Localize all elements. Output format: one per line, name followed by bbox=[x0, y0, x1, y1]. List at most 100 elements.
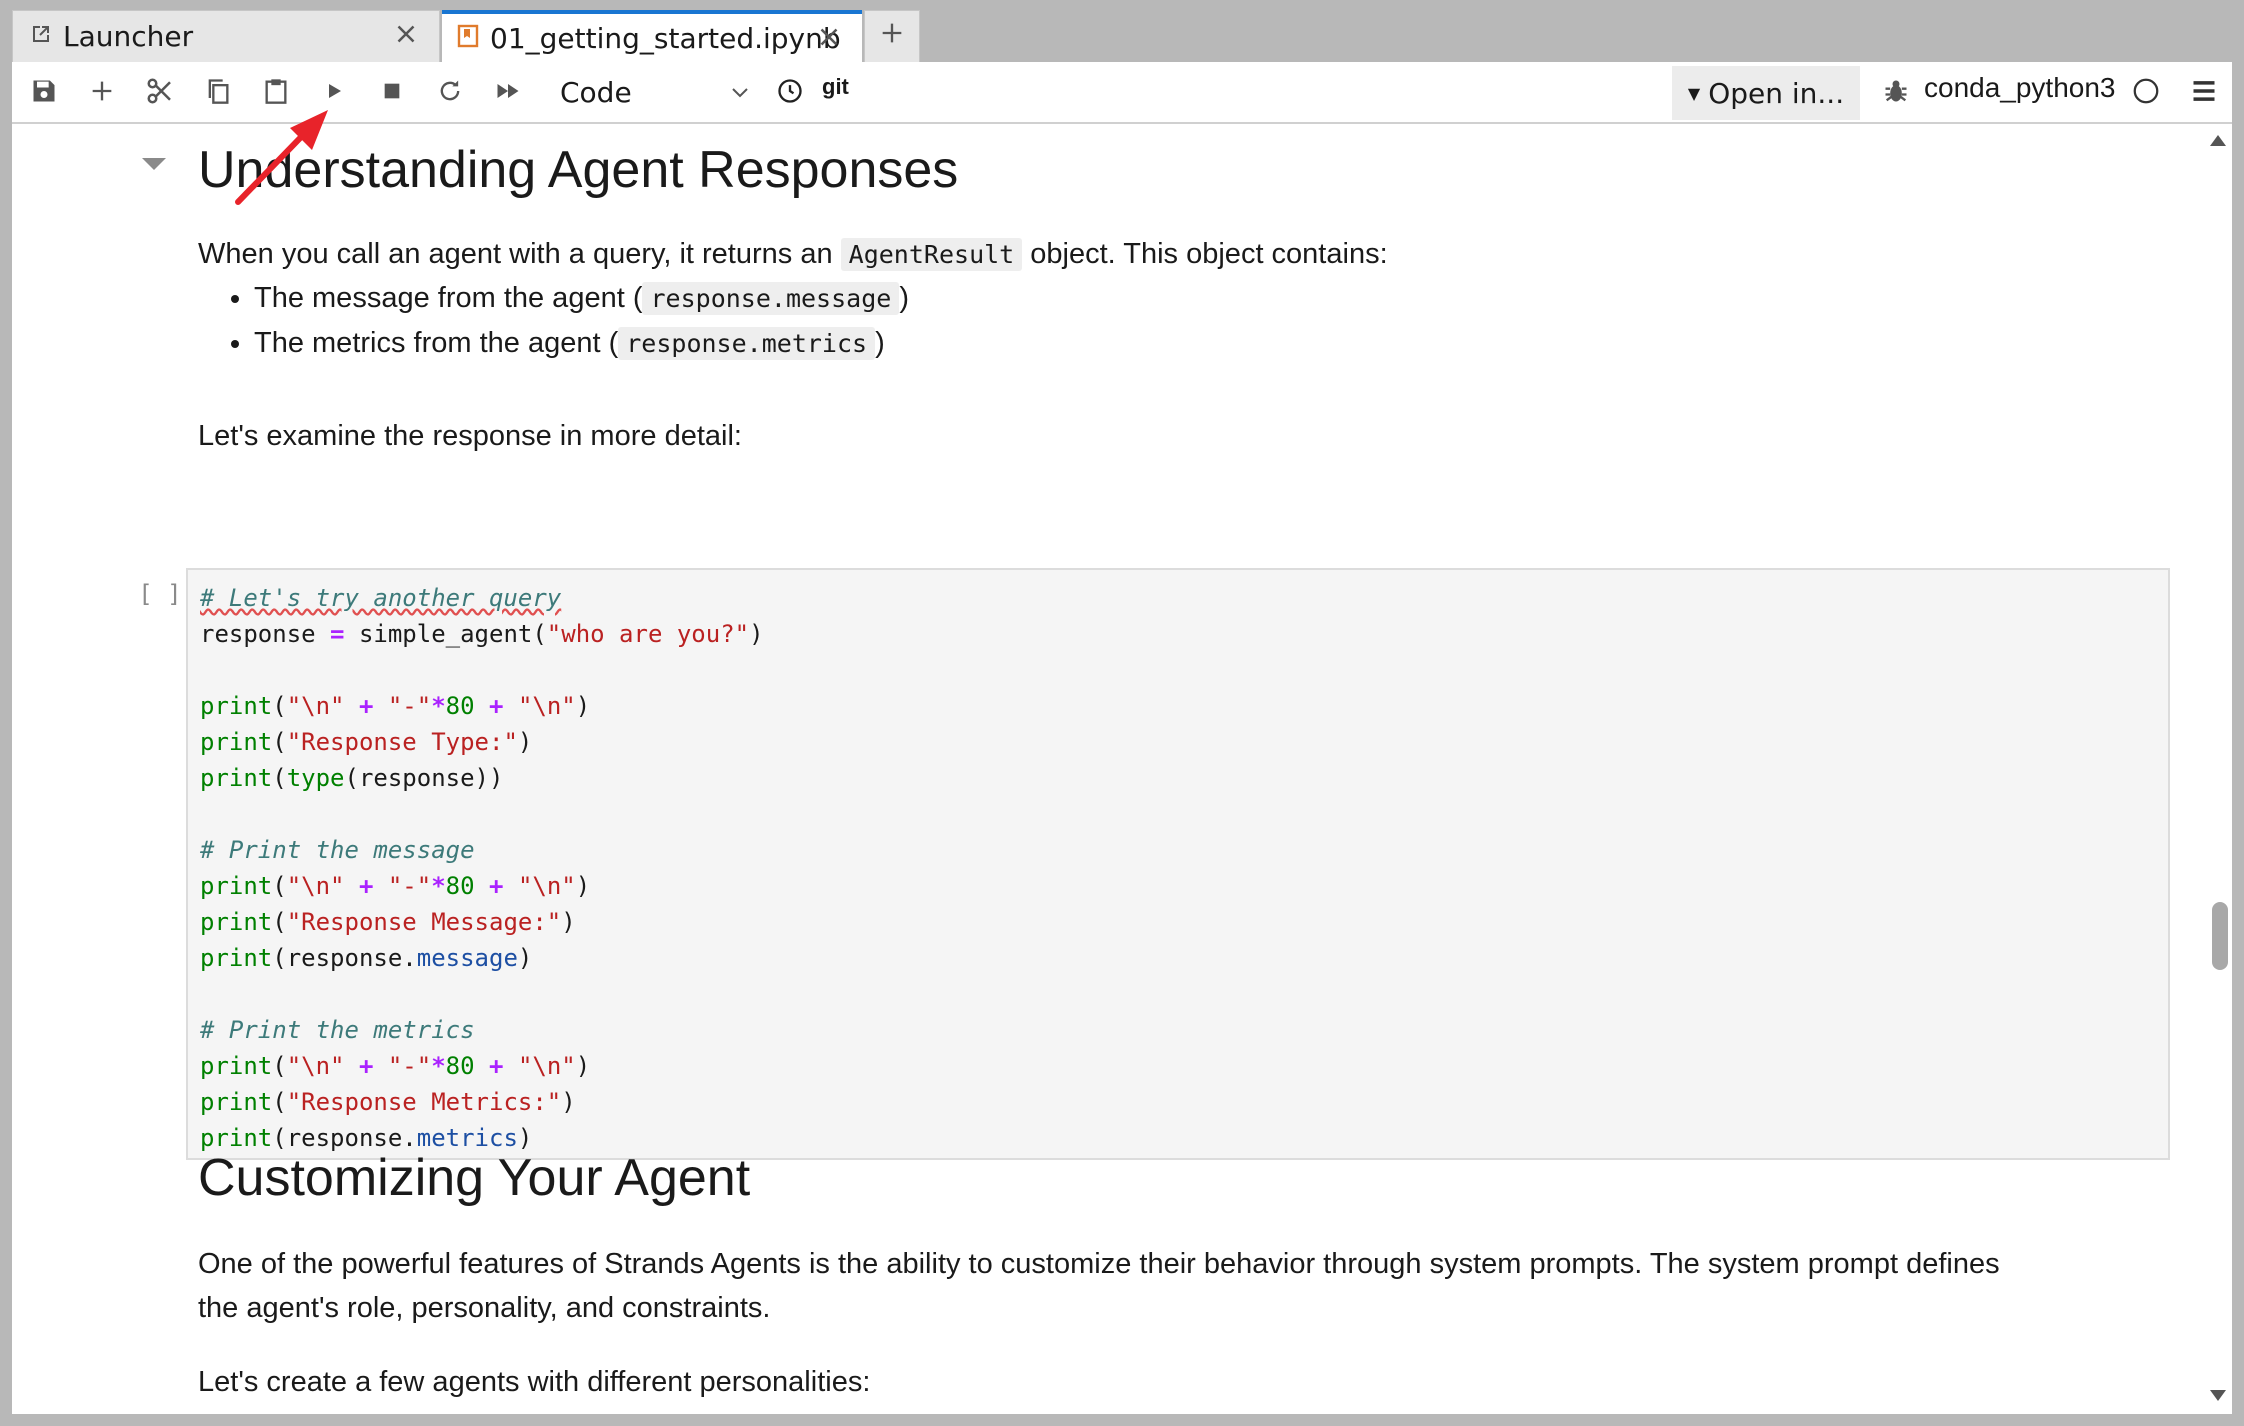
code-token: "\n" bbox=[517, 872, 576, 900]
scroll-up-icon[interactable] bbox=[2208, 132, 2228, 152]
intro-paragraph: When you call an agent with a query, it … bbox=[198, 232, 1388, 277]
refresh-icon bbox=[436, 77, 464, 109]
tab-launcher[interactable]: Launcher bbox=[12, 10, 440, 62]
code-token: ) bbox=[575, 692, 591, 720]
code-token: "\n" bbox=[286, 1052, 345, 1080]
code-token: ( bbox=[272, 692, 287, 720]
list-text: The metrics from the agent ( bbox=[254, 327, 619, 359]
launcher-icon bbox=[29, 20, 53, 53]
open-in-dropdown[interactable]: ▼ Open in... bbox=[1672, 66, 1860, 120]
code-line: response = simple_agent("who are you?") bbox=[200, 616, 764, 652]
code-token: + bbox=[344, 872, 388, 900]
list-text: The message from the agent ( bbox=[254, 282, 643, 314]
code-line: print("Response Type:") bbox=[200, 724, 532, 760]
code-token: ) bbox=[517, 944, 533, 972]
menu-button[interactable] bbox=[2186, 75, 2222, 111]
code-line: # Print the metrics bbox=[200, 1012, 475, 1048]
vertical-scrollbar[interactable] bbox=[2208, 126, 2232, 1414]
interrupt-kernel-button[interactable] bbox=[374, 75, 410, 111]
fast-forward-icon bbox=[494, 77, 522, 109]
code-token: "-" bbox=[387, 692, 432, 720]
inline-code: response.metrics bbox=[618, 327, 876, 360]
code-token: print bbox=[200, 1088, 273, 1116]
list-item: The metrics from the agent (response.met… bbox=[254, 321, 909, 366]
caret-down-icon: ▼ bbox=[1687, 83, 1701, 103]
tab-label: Launcher bbox=[63, 20, 194, 53]
history-button[interactable] bbox=[772, 75, 808, 111]
intro-text: object. This object contains: bbox=[1022, 238, 1388, 270]
bug-icon bbox=[1882, 77, 1910, 109]
code-line: print("Response Message:") bbox=[200, 904, 576, 940]
code-token: print bbox=[200, 728, 273, 756]
hamburger-icon bbox=[2190, 77, 2218, 109]
close-icon[interactable] bbox=[814, 22, 844, 59]
code-token: 80 bbox=[445, 1052, 475, 1080]
git-button[interactable]: git bbox=[822, 74, 849, 100]
inline-code: response.message bbox=[642, 282, 900, 315]
code-token: ) bbox=[749, 620, 764, 648]
examine-paragraph: Let's examine the response in more detai… bbox=[198, 420, 742, 452]
code-token: "-" bbox=[387, 872, 432, 900]
code-token: * bbox=[431, 692, 446, 720]
code-cell[interactable]: # Let's try another query response = sim… bbox=[186, 568, 2170, 1160]
code-token: * bbox=[431, 1052, 446, 1080]
tab-notebook[interactable]: 01_getting_started.ipynb bbox=[442, 10, 862, 62]
code-token: print bbox=[200, 872, 273, 900]
new-tab-button[interactable] bbox=[864, 10, 920, 62]
play-icon bbox=[322, 79, 346, 107]
code-token: print bbox=[200, 1052, 273, 1080]
code-token: + bbox=[474, 872, 518, 900]
code-token: ( bbox=[272, 1052, 287, 1080]
code-token: + bbox=[474, 1052, 518, 1080]
code-token: "\n" bbox=[286, 692, 345, 720]
cut-button[interactable] bbox=[142, 75, 178, 111]
copy-icon bbox=[204, 77, 232, 109]
code-line: print("\n" + "-"*80 + "\n") bbox=[200, 688, 590, 724]
cell-type-dropdown[interactable]: Code bbox=[560, 72, 752, 112]
code-token: + bbox=[474, 692, 518, 720]
code-token: ( bbox=[272, 1088, 287, 1116]
notebook-content: Understanding Agent Responses When you c… bbox=[12, 124, 2202, 1414]
cell-prompt: [ ]: bbox=[138, 580, 196, 608]
list-text: ) bbox=[899, 282, 909, 314]
paragraph-line: the agent's role, personality, and const… bbox=[198, 1292, 771, 1324]
code-comment: # Let's try another query bbox=[200, 584, 562, 612]
code-token: print bbox=[200, 692, 273, 720]
restart-run-all-button[interactable] bbox=[490, 75, 526, 111]
kernel-status bbox=[2128, 75, 2164, 111]
code-token: "Response Metrics:" bbox=[286, 1088, 562, 1116]
code-token: = bbox=[330, 620, 345, 648]
scroll-down-icon[interactable] bbox=[2208, 1388, 2228, 1408]
close-icon[interactable] bbox=[391, 19, 421, 56]
code-token: "-" bbox=[387, 1052, 432, 1080]
code-line: # Let's try another query bbox=[200, 580, 561, 616]
collapse-caret-icon[interactable] bbox=[140, 154, 168, 178]
open-in-label: Open in... bbox=[1708, 76, 1845, 110]
create-agents-paragraph: Let's create a few agents with different… bbox=[198, 1366, 871, 1398]
debugger-button[interactable] bbox=[1878, 75, 1914, 111]
code-line: print(type(response)) bbox=[200, 760, 503, 796]
code-line: print(response.message) bbox=[200, 940, 532, 976]
code-token: "Response Type:" bbox=[286, 728, 518, 756]
code-token: message bbox=[416, 944, 518, 972]
code-token: ) bbox=[561, 908, 576, 936]
code-token: (response. bbox=[272, 944, 417, 972]
code-line: print("\n" + "-"*80 + "\n") bbox=[200, 1048, 590, 1084]
code-token: ) bbox=[575, 872, 591, 900]
code-line: print("\n" + "-"*80 + "\n") bbox=[200, 868, 590, 904]
code-token: "\n" bbox=[517, 692, 576, 720]
code-token: response bbox=[200, 620, 331, 648]
scrollbar-thumb[interactable] bbox=[2212, 902, 2228, 970]
code-token: + bbox=[344, 1052, 388, 1080]
list-item: The message from the agent (response.mes… bbox=[254, 276, 909, 321]
scissors-icon bbox=[145, 76, 175, 110]
code-token: + bbox=[344, 692, 388, 720]
code-token: print bbox=[200, 764, 273, 792]
kernel-name[interactable]: conda_python3 bbox=[1924, 72, 2116, 104]
code-line: print("Response Metrics:") bbox=[200, 1084, 576, 1120]
code-token: "\n" bbox=[517, 1052, 576, 1080]
restart-kernel-button[interactable] bbox=[432, 75, 468, 111]
save-button[interactable] bbox=[26, 75, 62, 111]
code-token: print bbox=[200, 908, 273, 936]
insert-cell-button[interactable] bbox=[84, 75, 120, 111]
